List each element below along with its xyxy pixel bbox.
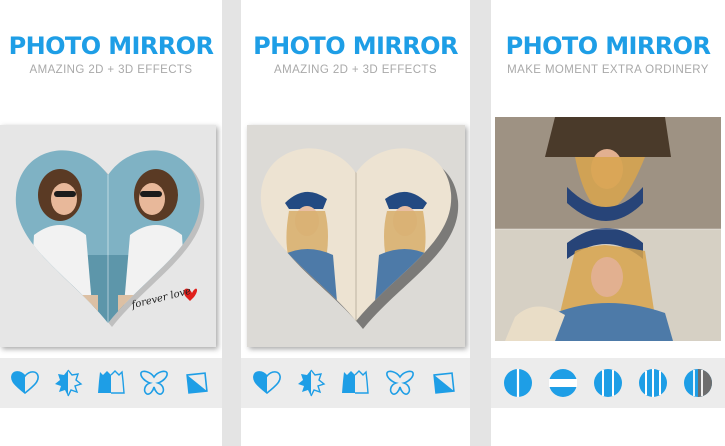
mirror-quad-vertical-icon[interactable] bbox=[636, 366, 670, 400]
mirror-half-dark-icon[interactable] bbox=[681, 366, 715, 400]
app-subtitle: AMAZING 2D + 3D EFFECTS bbox=[29, 64, 193, 76]
heart-mirror-photo bbox=[15, 150, 205, 327]
heart-3d-mirror-photo bbox=[260, 148, 459, 329]
app-title: PHOTO MIRROR bbox=[253, 32, 458, 60]
mirror-mode-toolbar bbox=[491, 358, 725, 408]
app-subtitle: MAKE MOMENT EXTRA ORDINERY bbox=[507, 64, 709, 76]
mirror-preview-image bbox=[495, 117, 721, 341]
shape-toolbar bbox=[241, 358, 470, 408]
app-title: PHOTO MIRROR bbox=[8, 32, 214, 60]
screenshot-panel-reflection: PHOTO MIRROR MAKE MOMENT EXTRA ORDINERY bbox=[491, 0, 725, 446]
square-shape-icon[interactable] bbox=[180, 366, 214, 400]
square-shape-icon[interactable] bbox=[427, 366, 461, 400]
butterfly-shape-icon[interactable] bbox=[383, 366, 417, 400]
shape-toolbar bbox=[0, 358, 222, 408]
leaf-shape-icon[interactable] bbox=[51, 366, 85, 400]
app-title: PHOTO MIRROR bbox=[505, 32, 711, 60]
heart-shape-icon[interactable] bbox=[250, 366, 284, 400]
mirror-vertical-split-icon[interactable] bbox=[501, 366, 535, 400]
mirror-preview-image: forever love bbox=[0, 125, 216, 347]
screenshot-panel-heart: PHOTO MIRROR AMAZING 2D + 3D EFFECTS for… bbox=[0, 0, 222, 446]
vertical-mirror-photo bbox=[495, 117, 721, 341]
leaf-shape-icon[interactable] bbox=[294, 366, 328, 400]
mirror-horizontal-split-icon[interactable] bbox=[546, 366, 580, 400]
cat-shape-icon[interactable] bbox=[94, 366, 128, 400]
cat-shape-icon[interactable] bbox=[338, 366, 372, 400]
mirror-preview-image bbox=[247, 125, 465, 347]
screenshot-panel-3d-heart: PHOTO MIRROR AMAZING 2D + 3D EFFECTS bbox=[241, 0, 470, 446]
butterfly-shape-icon[interactable] bbox=[137, 366, 171, 400]
app-subtitle: AMAZING 2D + 3D EFFECTS bbox=[274, 64, 437, 76]
heart-shape-icon[interactable] bbox=[8, 366, 42, 400]
mirror-triple-vertical-icon[interactable] bbox=[591, 366, 625, 400]
